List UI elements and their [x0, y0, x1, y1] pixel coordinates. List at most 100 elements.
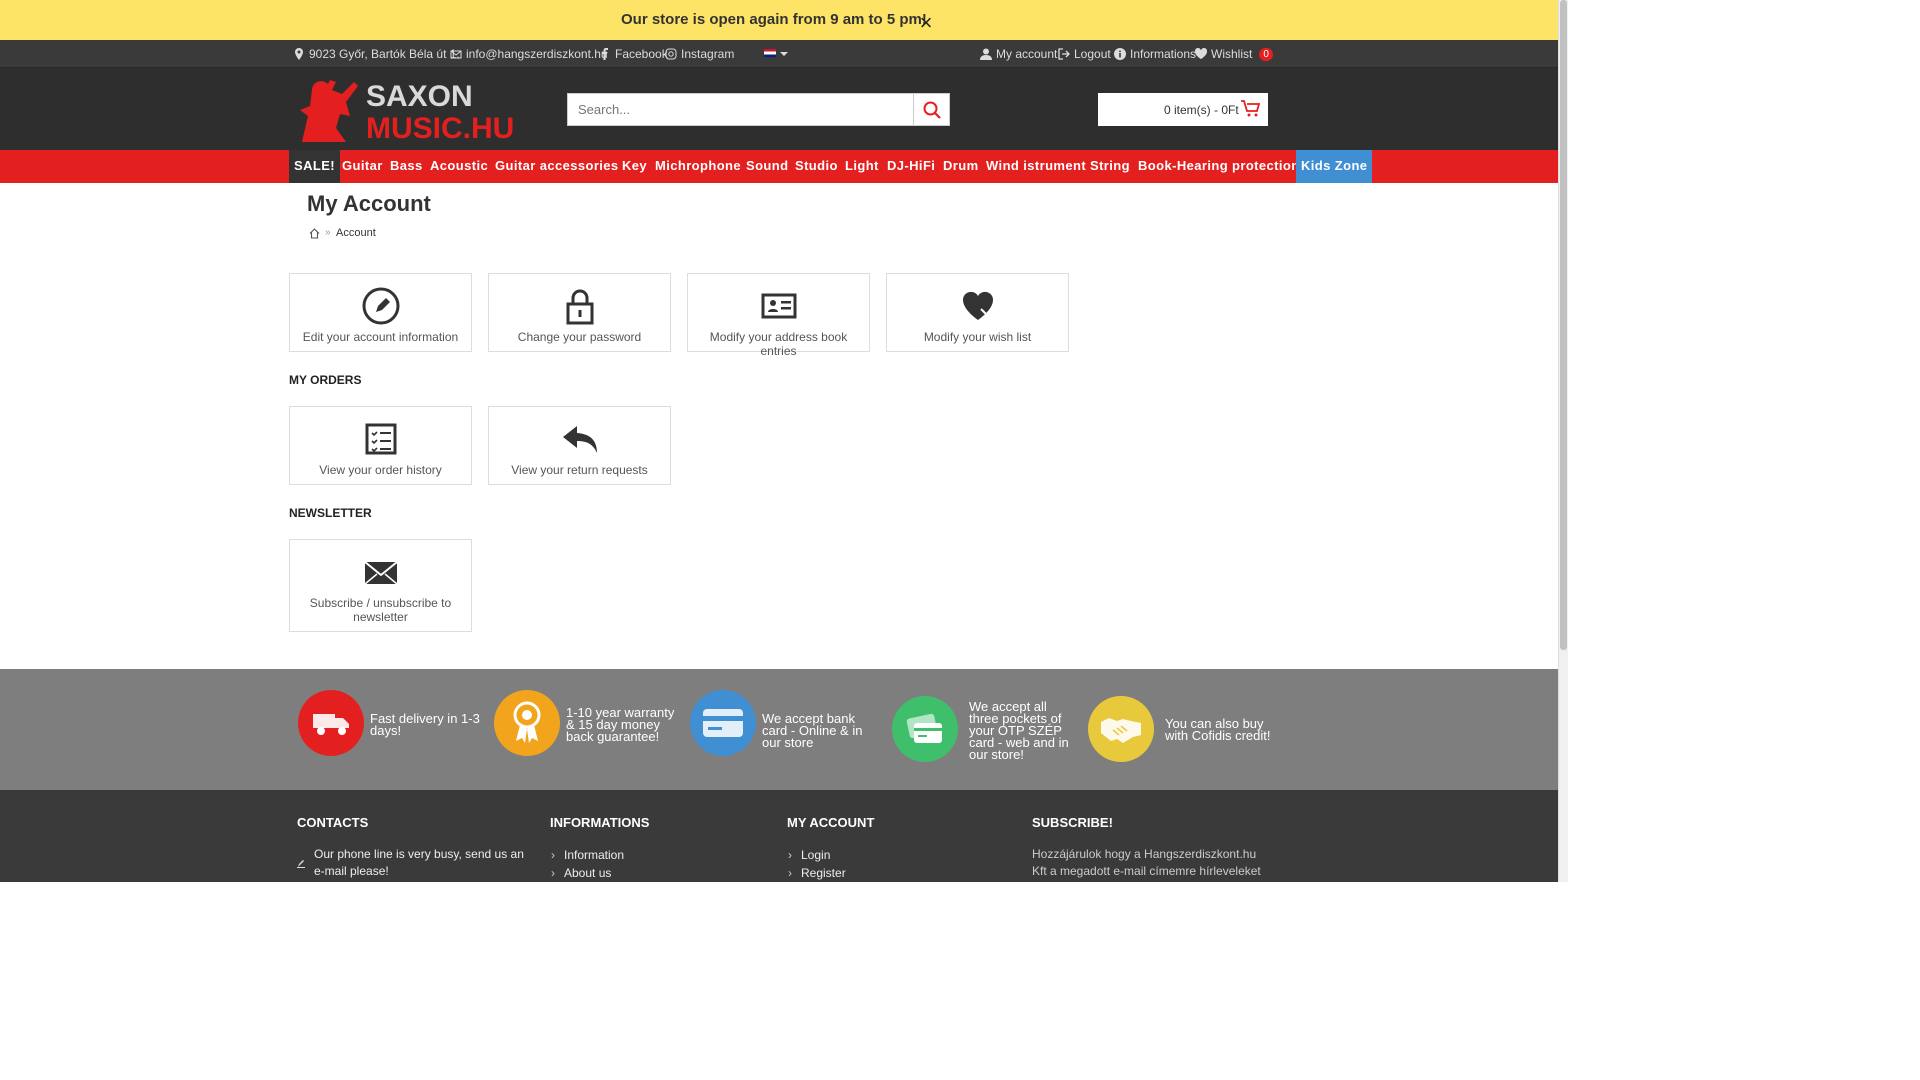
logout-icon	[1058, 48, 1070, 60]
heart-icon	[962, 291, 994, 320]
informations-text: Informations	[1130, 47, 1197, 61]
nav-item-bass[interactable]: Bass	[390, 150, 423, 183]
logout-link[interactable]: Logout	[1058, 47, 1111, 61]
cart-summary: 0 item(s) - 0Ft	[1164, 103, 1239, 117]
search-button[interactable]	[913, 93, 950, 126]
feature-fast-delivery: Fast delivery in 1-3 days!	[370, 711, 480, 738]
address-card-icon	[761, 293, 797, 319]
footer-link-login[interactable]: Login	[788, 848, 831, 862]
footer-contacts-text: Our phone line is very busy, send us an …	[314, 847, 524, 878]
footer-subscribe-text-1: Hozzájárulok hogy a Hangszerdiszkont.hu	[1032, 847, 1257, 861]
address-book-tile[interactable]: Modify your address book entries	[687, 273, 870, 358]
logo-line1: SAXON	[366, 80, 473, 113]
address-link[interactable]: 9023 Győr, Bartók Béla út 1.	[293, 47, 460, 61]
scrollbar-thumb[interactable]	[1560, 0, 1567, 650]
store-notice-bar: Our store is open again from 9 am to 5 p…	[0, 0, 1558, 40]
nav-item-string[interactable]: String	[1090, 150, 1130, 183]
feature-warranty: 1-10 year warranty & 15 day money back g…	[566, 705, 675, 744]
feature-cofidis-credit: You can also buy with Cofidis credit!	[1165, 716, 1271, 743]
instagram-text: Instagram	[681, 47, 735, 61]
truck-icon	[298, 690, 364, 756]
footer-subscribe-text-2: Kft a megadott e-mail címemre hírlevelek…	[1032, 864, 1261, 878]
award-icon	[494, 690, 560, 756]
logout-text: Logout	[1074, 47, 1111, 61]
nav-item-dj-hifi[interactable]: DJ-HiFi	[887, 150, 935, 183]
nav-item-wind-instrument[interactable]: Wind istrument	[986, 150, 1086, 183]
wishlist-text: Wishlist	[1211, 47, 1253, 61]
envelope-icon	[364, 561, 398, 585]
top-bar	[0, 40, 1558, 68]
user-icon	[980, 48, 992, 60]
handshake-icon	[1088, 696, 1154, 762]
address-book-label: Modify your address book entries	[709, 330, 848, 358]
nav-item-studio[interactable]: Studio	[795, 150, 838, 183]
mail-icon	[450, 50, 462, 59]
email-text: info@hangszerdiszkont.hu	[466, 47, 608, 61]
breadcrumb-separator: »	[325, 227, 331, 238]
change-password-tile[interactable]: Change your password	[488, 273, 671, 352]
nav-item-key[interactable]: Key	[622, 150, 647, 183]
facebook-text: Facebook	[615, 47, 668, 61]
wish-list-tile[interactable]: Modify your wish list	[886, 273, 1069, 352]
nav-item-light[interactable]: Light	[845, 150, 879, 183]
nav-item-sound[interactable]: Sound	[746, 150, 788, 183]
instagram-link[interactable]: Instagram	[665, 47, 734, 61]
footer-link-information[interactable]: Information	[551, 848, 624, 862]
search-icon	[923, 101, 941, 119]
nav-item-book-hearing-protection[interactable]: Book-Hearing protection	[1138, 150, 1300, 183]
notice-text: Our store is open again from 9 am to 5 p…	[621, 11, 927, 28]
page-title: My Account	[307, 191, 431, 216]
nav-item-michrophone[interactable]: Michrophone	[655, 150, 741, 183]
wish-list-label: Modify your wish list	[923, 330, 1032, 344]
saxon-music-logo[interactable]: SAXON MUSIC.HU	[294, 76, 550, 145]
footer-my-account-heading: MY ACCOUNT	[787, 815, 875, 830]
newsletter-heading: NEWSLETTER	[289, 506, 372, 520]
email-link[interactable]: info@hangszerdiszkont.hu	[450, 47, 608, 61]
nav-item-acoustic[interactable]: Acoustic	[430, 150, 488, 183]
feature-bank-card: We accept bank card - Online & in our st…	[762, 711, 863, 750]
info-icon	[1114, 48, 1126, 60]
informations-link[interactable]: Informations	[1114, 47, 1196, 61]
footer-subscribe-heading: SUBSCRIBE!	[1032, 815, 1113, 830]
footer-informations-heading: INFORMATIONS	[550, 815, 650, 830]
breadcrumb-account[interactable]: Account	[336, 227, 376, 239]
lock-icon	[566, 289, 594, 325]
map-pin-icon	[295, 48, 303, 60]
footer-contacts-heading: CONTACTS	[297, 815, 369, 830]
facebook-icon	[602, 48, 608, 60]
footer-link-about-us[interactable]: About us	[551, 866, 611, 880]
edit-account-tile[interactable]: Edit your account information	[289, 273, 472, 352]
close-icon[interactable]: ×	[917, 12, 935, 34]
search-input[interactable]	[567, 93, 914, 126]
nav-item-guitar[interactable]: Guitar	[342, 150, 383, 183]
footer	[0, 790, 1558, 882]
footer-link-register[interactable]: Register	[788, 866, 846, 880]
pencil-icon	[297, 855, 305, 868]
feature-szep-card: We accept all three pockets of your OTP …	[969, 699, 1069, 762]
home-icon[interactable]	[309, 226, 320, 244]
return-requests-tile[interactable]: View your return requests	[488, 406, 671, 485]
nav-item-drum[interactable]: Drum	[943, 150, 979, 183]
wishlist-link[interactable]: Wishlist 0	[1195, 47, 1273, 61]
order-history-tile[interactable]: View your order history	[289, 406, 472, 485]
nav-item-kids-zone[interactable]: Kids Zone	[1296, 150, 1373, 183]
reply-icon	[563, 426, 597, 453]
cart-button[interactable]: 0 item(s) - 0Ft	[1098, 93, 1268, 126]
caret-down-icon[interactable]	[780, 52, 788, 56]
newsletter-tile[interactable]: Subscribe / unsubscribe to newsletter	[289, 539, 472, 632]
my-account-link[interactable]: My account	[980, 47, 1057, 61]
pencil-icon	[362, 287, 400, 325]
cart-icon	[1241, 100, 1261, 117]
edit-account-label: Edit your account information	[302, 330, 459, 344]
instagram-icon	[665, 48, 677, 60]
logo-line2: MUSIC.HU	[366, 112, 514, 144]
nav-item-guitar-accessories[interactable]: Guitar accessories	[495, 150, 619, 183]
nav-item-sale[interactable]: SALE!	[289, 150, 340, 183]
facebook-link[interactable]: Facebook	[599, 47, 668, 61]
checklist-icon	[365, 423, 397, 455]
cards-icon	[892, 696, 958, 762]
my-account-text: My account	[996, 47, 1058, 61]
language-flag-icon[interactable]	[764, 49, 776, 57]
my-orders-heading: MY ORDERS	[289, 373, 362, 387]
heart-icon	[1195, 48, 1207, 59]
